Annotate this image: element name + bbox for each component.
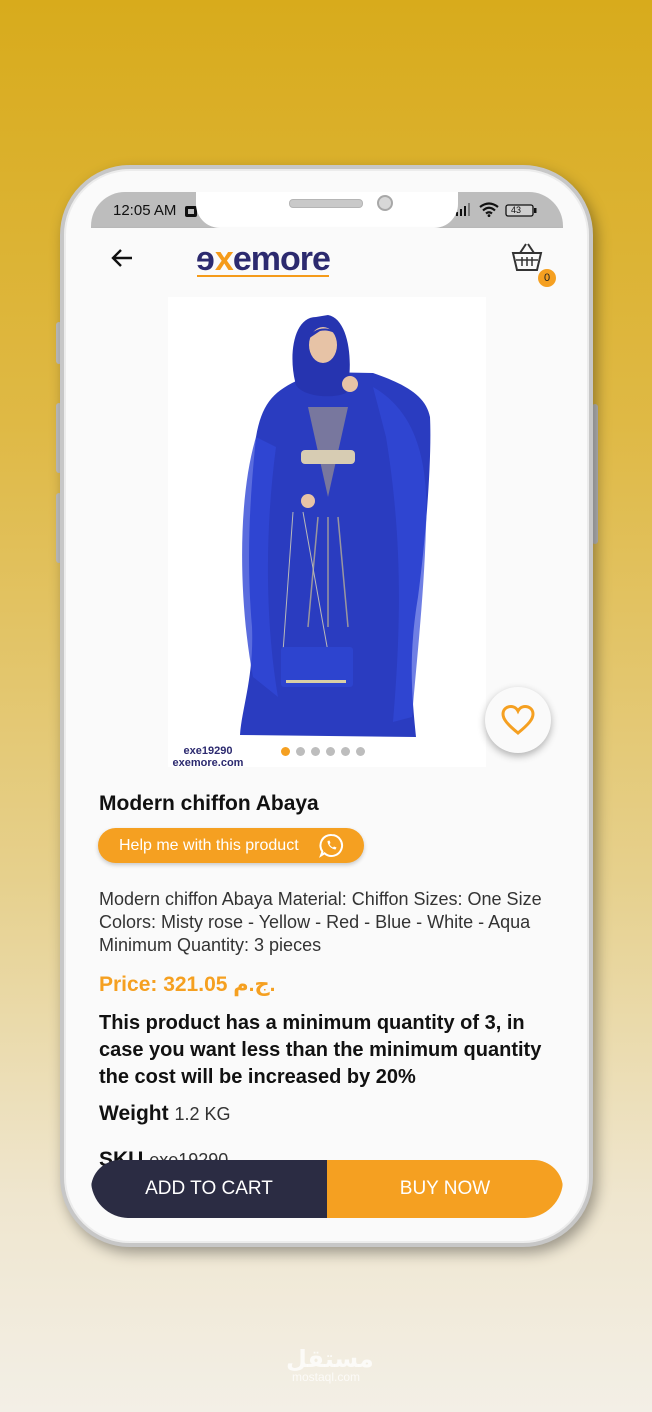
carousel-dots [281,743,371,761]
carousel-dot[interactable] [356,747,365,757]
shopping-basket-icon[interactable] [511,242,543,277]
logo-part-emore: emore [232,240,331,278]
product-image[interactable]: exe19290 exemore.com [168,297,486,769]
favorite-button[interactable] [485,687,551,753]
product-title: Modern chiffon Abaya [99,792,319,815]
battery-level: 43 [511,205,522,215]
watermark-latin: mostaql.com [291,1370,361,1384]
image-watermark-code: exe19290 [183,745,233,757]
back-arrow-icon[interactable] [111,248,133,273]
notch [196,192,458,228]
abaya-illustration [240,315,431,737]
wifi-icon [479,202,499,222]
status-time: 12:05 AM [113,202,177,219]
help-button-label: Help me with this product [119,837,299,854]
weight-label: Weight [99,1102,169,1125]
product-price: Price: 321.05 ج.م. [99,972,276,997]
buy-now-button[interactable]: BUY NOW [327,1160,563,1218]
product-weight: Weight 1.2 KG [99,1102,230,1126]
app-screen: 12:05 AM 43 exemore 0 exe19290 exemore.c… [91,192,563,1218]
weight-value: 1.2 KG [174,1104,231,1124]
price-currency: ج.م. [233,973,276,996]
front-camera [377,195,393,211]
carousel-dot[interactable] [311,747,320,757]
image-watermark-site: exemore.com [172,757,244,769]
mostaql-watermark: مستقل mostaql.com [286,1345,374,1384]
product-details: exe19290 exemore.com Modern chiffon Abay… [91,292,563,1218]
price-value: Price: 321.05 [99,973,228,996]
logo-part-e: e [197,240,215,278]
carousel-dot[interactable] [281,747,290,757]
add-to-cart-button[interactable]: ADD TO CART [91,1160,327,1218]
whatsapp-icon [319,833,344,863]
carousel-dot[interactable] [296,747,305,757]
signal-icon [456,203,470,221]
image-watermark: exe19290 exemore.com [168,745,248,769]
cart-count-badge: 0 [538,269,556,287]
app-header: exemore 0 [91,228,563,292]
minimum-quantity-notice: This product has a minimum quantity of 3… [99,1012,542,1088]
heart-icon [501,704,535,740]
whatsapp-help-button[interactable]: Help me with this product [98,828,364,863]
carousel-dot[interactable] [326,747,335,757]
logo-underline [197,275,329,277]
logo-part-x: x [214,240,234,278]
product-description: Modern chiffon Abaya Material: Chiffon S… [99,889,542,955]
carousel-dot[interactable] [341,747,350,757]
status-bar: 12:05 AM 43 [91,192,563,228]
exemore-logo: exemore [197,240,331,279]
earpiece-speaker [289,199,363,208]
